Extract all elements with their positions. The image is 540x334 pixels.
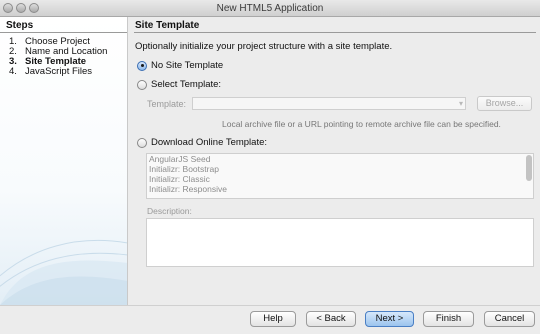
step-label: JavaScript Files xyxy=(25,66,93,77)
step-item: 4. JavaScript Files xyxy=(9,67,127,77)
browse-button[interactable]: Browse... xyxy=(477,96,532,111)
steps-list: 1. Choose Project 2. Name and Location 3. S… xyxy=(0,33,127,77)
select-template-radio[interactable]: Select Template: xyxy=(137,79,221,90)
select-template-label: Select Template: xyxy=(151,79,222,90)
site-template-panel: Site Template Optionally initialize your… xyxy=(129,17,540,305)
step-number: 4. xyxy=(9,66,17,77)
no-template-label: No Site Template xyxy=(151,60,224,71)
panel-title: Site Template xyxy=(134,17,536,33)
steps-panel: Steps 1. Choose Project 2. Name and Locati… xyxy=(0,17,128,305)
description-textarea[interactable] xyxy=(146,218,534,267)
radio-selected-icon[interactable] xyxy=(137,60,147,71)
list-item[interactable]: AngularJS Seed xyxy=(147,154,533,164)
radio-unselected-icon[interactable] xyxy=(137,79,147,90)
help-button[interactable]: Help xyxy=(250,311,296,327)
download-online-radio[interactable]: Download Online Template: xyxy=(137,137,267,148)
description-label: Description: xyxy=(147,206,192,216)
template-combobox[interactable]: ▾ xyxy=(192,97,466,110)
template-hint-text: Local archive file or a URL pointing to … xyxy=(222,119,501,129)
download-online-label: Download Online Template: xyxy=(151,137,268,148)
no-template-radio[interactable]: No Site Template xyxy=(137,60,223,71)
template-field-label: Template: xyxy=(147,99,187,109)
list-item[interactable]: Initializr: Bootstrap xyxy=(147,164,533,174)
next-button[interactable]: Next > xyxy=(365,311,414,327)
finish-button[interactable]: Finish xyxy=(423,311,474,327)
online-templates-list[interactable]: AngularJS Seed Initializr: Bootstrap Ini… xyxy=(146,153,534,199)
chevron-down-icon: ▾ xyxy=(458,99,463,108)
list-item[interactable]: Initializr: Classic xyxy=(147,174,533,184)
decorative-swoosh-graphic xyxy=(0,239,127,305)
radio-unselected-icon[interactable] xyxy=(137,137,147,148)
intro-text: Optionally initialize your project struc… xyxy=(135,41,393,52)
list-scrollbar[interactable] xyxy=(526,155,532,181)
cancel-button[interactable]: Cancel xyxy=(484,311,535,327)
steps-header: Steps xyxy=(0,17,127,33)
window-titlebar: New HTML5 Application xyxy=(0,0,540,17)
footer-divider xyxy=(0,305,540,306)
window-title: New HTML5 Application xyxy=(216,3,324,14)
list-item[interactable]: Initializr: Responsive xyxy=(147,184,533,194)
back-button[interactable]: < Back xyxy=(306,311,356,327)
